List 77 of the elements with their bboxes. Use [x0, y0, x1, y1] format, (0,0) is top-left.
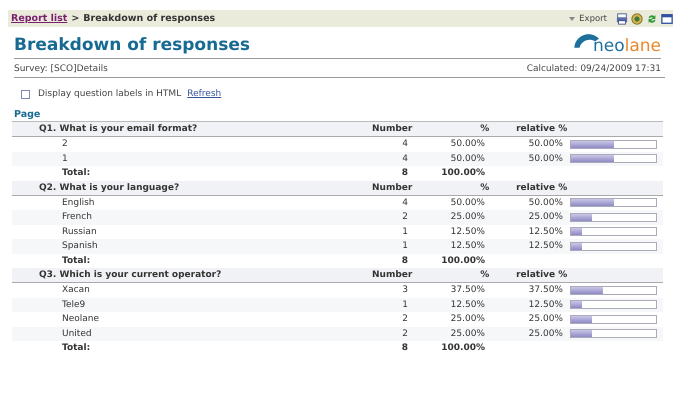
column-header: relative % [515, 270, 568, 280]
answer-label: 2 [61, 139, 69, 150]
breadcrumb-separator: > [71, 13, 80, 24]
breadcrumb-link[interactable]: Report list [11, 13, 68, 24]
answer-label: 1 [61, 154, 69, 164]
question-title: Q3. Which is your current operator? [38, 270, 222, 280]
column-header: % [479, 270, 490, 280]
column-header: % [479, 124, 490, 134]
logo-text: neolane [592, 38, 661, 55]
count-cell-text: 3 [401, 285, 408, 296]
percent-cell-text: 50.00% [450, 139, 485, 150]
answer-label: Tele9 [61, 300, 86, 310]
relative-percent-cell-text: 25.00% [528, 314, 563, 324]
percent-cell-text: 25.00% [450, 212, 485, 222]
printer-icon[interactable] [616, 12, 628, 24]
column-header: relative % [515, 124, 568, 134]
checkbox-label: Display question labels in HTML [38, 89, 182, 99]
percent-cell-text: 12.50% [450, 300, 485, 310]
relative-percent-cell-text: 50.00% [528, 198, 563, 208]
total-label: Total: [61, 168, 92, 178]
percent-cell-text: 25.00% [450, 314, 485, 324]
caret-icon [569, 16, 576, 20]
export-menu[interactable]: Export [569, 14, 607, 24]
column-header: Number [372, 182, 412, 192]
total-percent: 100.00% [440, 256, 485, 266]
total-count: 8 [400, 168, 408, 178]
breadcrumb-current: Breakdown of responses [83, 13, 216, 24]
answer-label: United [61, 328, 93, 339]
column-header: % [479, 182, 490, 192]
count-cell-text: 4 [401, 154, 408, 164]
percent-cell-text: 50.00% [450, 154, 485, 164]
column-header: Number [372, 270, 412, 280]
count-cell-text: 1 [401, 241, 408, 252]
answer-label: English [61, 198, 96, 208]
count-cell-text: 2 [401, 314, 408, 324]
total-label: Total: [61, 343, 92, 354]
total-percent: 100.00% [440, 168, 485, 178]
refresh-link[interactable]: Refresh [187, 89, 222, 99]
total-percent: 100.00% [440, 343, 485, 354]
relative-percent-cell-text: 37.50% [528, 285, 563, 296]
window-icon[interactable] [661, 12, 673, 24]
relative-percent-cell-text: 25.00% [528, 212, 563, 222]
total-count: 8 [400, 256, 408, 266]
section-title: Page [14, 109, 42, 120]
count-cell-text: 2 [401, 328, 408, 339]
calculated-date: Calculated: 09/24/2009 17:31 [526, 64, 661, 74]
percent-cell-text: 37.50% [450, 285, 485, 296]
count-cell-text: 4 [401, 139, 408, 150]
relative-percent-cell-text: 12.50% [528, 226, 563, 237]
answer-label: Xacan [61, 285, 91, 296]
count-cell-text: 1 [401, 300, 408, 310]
answer-label: French [61, 212, 93, 222]
total-count: 8 [400, 343, 408, 354]
relative-percent-cell-text: 25.00% [528, 328, 563, 339]
answer-label: Spanish [61, 241, 99, 252]
relative-percent-cell-text: 50.00% [528, 139, 563, 150]
column-header: Number [372, 124, 412, 134]
percent-cell-text: 12.50% [450, 226, 485, 237]
checkbox[interactable] [21, 90, 30, 98]
answer-label: Russian [61, 226, 98, 237]
count-cell-text: 4 [401, 198, 408, 208]
count-cell-text: 2 [401, 212, 408, 222]
column-header: relative % [515, 182, 568, 192]
question-title: Q2. What is your language? [38, 182, 180, 192]
question-title: Q1. What is your email format? [38, 124, 198, 134]
relative-percent-cell-text: 12.50% [528, 300, 563, 310]
page-title: Breakdown of responses [14, 35, 250, 55]
percent-cell-text: 25.00% [450, 328, 485, 339]
relative-percent-cell-text: 50.00% [528, 154, 563, 164]
percent-cell-text: 12.50% [450, 241, 485, 252]
count-cell-text: 1 [401, 226, 408, 237]
survey-label: Survey: [SCO]Details [14, 64, 108, 74]
answer-label: Neolane [61, 314, 100, 324]
total-label: Total: [61, 256, 92, 266]
relative-percent-cell-text: 12.50% [528, 241, 563, 252]
globe-icon[interactable] [631, 12, 643, 24]
percent-cell-text: 50.00% [450, 198, 485, 208]
